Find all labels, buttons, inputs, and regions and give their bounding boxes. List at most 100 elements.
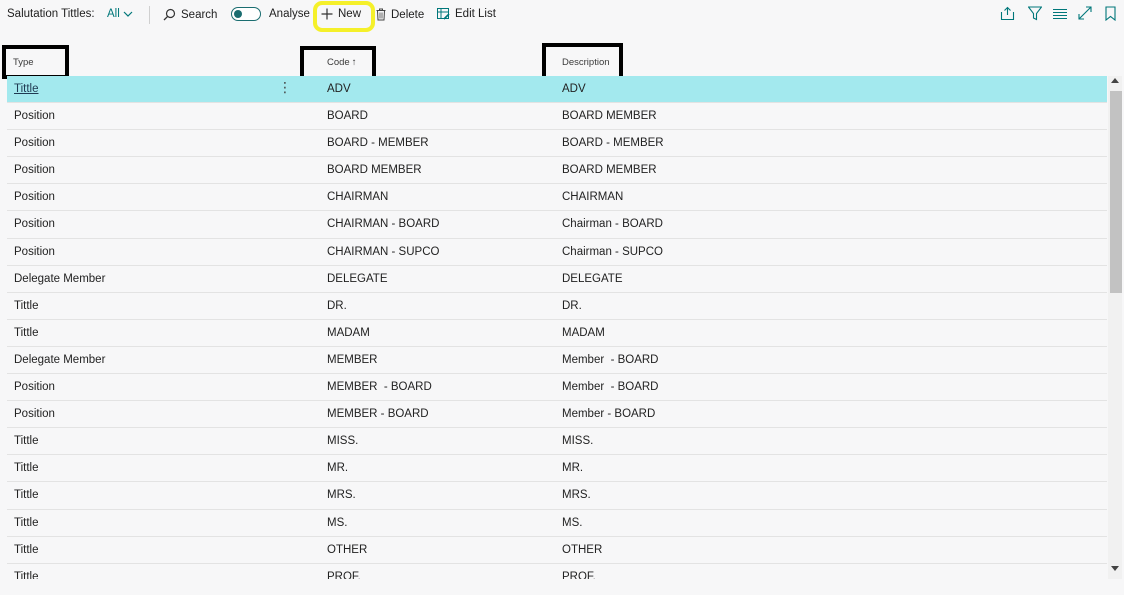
search-icon [163,8,176,21]
table-row[interactable]: Position CHAIRMAN - SUPCO Chairman - SUPCO [7,239,1107,266]
toggle-switch[interactable] [231,7,261,21]
table-row[interactable]: Tittle MR. MR. [7,455,1107,483]
cell-type: Tittle [14,543,39,556]
action-bar: Salutation Tittles: All Search Analyse N… [0,0,1124,32]
cell-code: MEMBER - BOARD [327,381,432,394]
table-row[interactable]: Position CHAIRMAN - BOARD Chairman - BOARD [7,211,1107,239]
cell-description: PROF. [562,570,596,579]
cell-description: Member - BOARD [562,381,659,394]
toolbar-divider [149,6,150,24]
edit-list-button[interactable]: Edit List [437,8,496,20]
cell-type: Position [14,245,55,258]
cell-code: MEMBER - BOARD [327,408,429,421]
cell-code: MEMBER [327,353,378,366]
plus-icon [321,8,333,20]
cell-type: Tittle [14,570,39,579]
table-row[interactable]: Tittle PROF. PROF. [7,564,1107,579]
cell-type: Delegate Member [14,272,106,285]
cell-code: BOARD MEMBER [327,164,422,177]
bookmark-icon[interactable] [1105,6,1116,21]
cell-type[interactable]: Tittle [14,83,39,95]
cell-type: Tittle [14,516,39,529]
cell-code: ADV [327,83,351,95]
new-button[interactable]: New [321,8,361,20]
table-row[interactable]: Tittle MRS. MRS. [7,482,1107,510]
cell-type: Position [14,381,55,394]
cell-type: Tittle [14,489,39,502]
row-actions-icon[interactable]: ⋮ [278,80,292,94]
table-row[interactable]: Tittle MADAM MADAM [7,320,1107,347]
list-view-icon[interactable] [1053,8,1067,20]
cell-type: Tittle [14,326,39,339]
trash-icon [376,8,386,21]
cell-type: Position [14,191,55,204]
cell-description: OTHER [562,543,603,556]
cell-code: BOARD [327,110,368,123]
cell-description: Chairman - SUPCO [562,245,663,258]
view-filter-dropdown[interactable]: All [107,8,133,20]
delete-button[interactable]: Delete [376,8,424,21]
new-label: New [338,8,362,20]
scrollbar-thumb[interactable] [1110,91,1122,293]
cell-description: Member - BOARD [562,408,656,421]
cell-description: DELEGATE [562,272,623,285]
share-icon[interactable] [1000,6,1015,21]
table-row[interactable]: Position BOARD - MEMBER BOARD - MEMBER [7,130,1107,158]
cell-type: Position [14,218,55,231]
cell-code: PROF. [327,570,361,579]
cell-code: CHAIRMAN - SUPCO [327,245,440,258]
cell-description: CHAIRMAN [562,191,624,204]
column-header-code[interactable]: Code ↑ [327,57,356,68]
scroll-down-arrow-icon[interactable] [1111,566,1119,571]
table-row[interactable]: Position BOARD MEMBER BOARD MEMBER [7,157,1107,185]
cell-type: Position [14,164,55,177]
cell-description: DR. [562,299,582,312]
expand-icon[interactable] [1078,6,1092,20]
table-row[interactable]: Tittle OTHER OTHER [7,537,1107,564]
delete-label: Delete [391,8,425,21]
search-label: Search [181,8,218,21]
table-row[interactable]: Position CHAIRMAN CHAIRMAN [7,184,1107,212]
cell-type: Tittle [14,462,39,475]
cell-code: MRS. [327,489,356,502]
cell-code: CHAIRMAN [327,191,389,204]
table-row[interactable]: Tittle MS. MS. [7,510,1107,537]
filter-icon[interactable] [1028,6,1042,21]
column-header-type[interactable]: Type [13,57,34,68]
cell-description: MADAM [562,326,605,339]
cell-description: BOARD - MEMBER [562,137,664,150]
table-row[interactable]: Delegate Member MEMBER Member - BOARD [7,347,1107,375]
search-button[interactable]: Search [163,8,217,21]
cell-type: Tittle [14,435,39,448]
table-row[interactable]: Tittle MISS. MISS. [7,428,1107,456]
table-row[interactable]: Delegate Member DELEGATE DELEGATE [7,266,1107,293]
column-header-description[interactable]: Description [562,57,610,68]
edit-list-icon [437,8,450,20]
table-row[interactable]: Position BOARD BOARD MEMBER [7,103,1107,131]
cell-code: MISS. [327,435,359,448]
cell-code: MADAM [327,326,370,339]
cell-code: CHAIRMAN - BOARD [327,218,440,231]
cell-description: Chairman - BOARD [562,218,663,231]
table-row[interactable]: Tittle ⋮ ADV ADV [7,76,1107,104]
cell-type: Tittle [14,299,39,312]
sort-ascending-icon: ↑ [351,57,357,68]
cell-code: MS. [327,516,348,529]
scroll-up-arrow-icon[interactable] [1111,78,1119,83]
analyse-label: Analyse [269,8,310,20]
data-grid: Tittle ⋮ ADV ADV Position BOARD BOARD MEMBER Po… [7,76,1107,579]
cell-code: DELEGATE [327,272,388,285]
table-row[interactable]: Position MEMBER - BOARD Member - BOARD [7,401,1107,429]
analyse-toggle[interactable]: Analyse [231,7,310,21]
cell-code: MR. [327,462,349,475]
table-row[interactable]: Position MEMBER - BOARD Member - BOARD [7,374,1107,402]
edit-list-label: Edit List [455,8,496,20]
view-filter-label: All [107,8,120,20]
page-title: Salutation Tittles: [7,8,95,20]
cell-type: Position [14,137,55,150]
cell-description: BOARD MEMBER [562,164,657,177]
cell-description: MS. [562,516,583,529]
table-row[interactable]: Tittle DR. DR. [7,293,1107,320]
column-header-code-label: Code [327,57,350,68]
cell-description: Member - BOARD [562,353,659,366]
